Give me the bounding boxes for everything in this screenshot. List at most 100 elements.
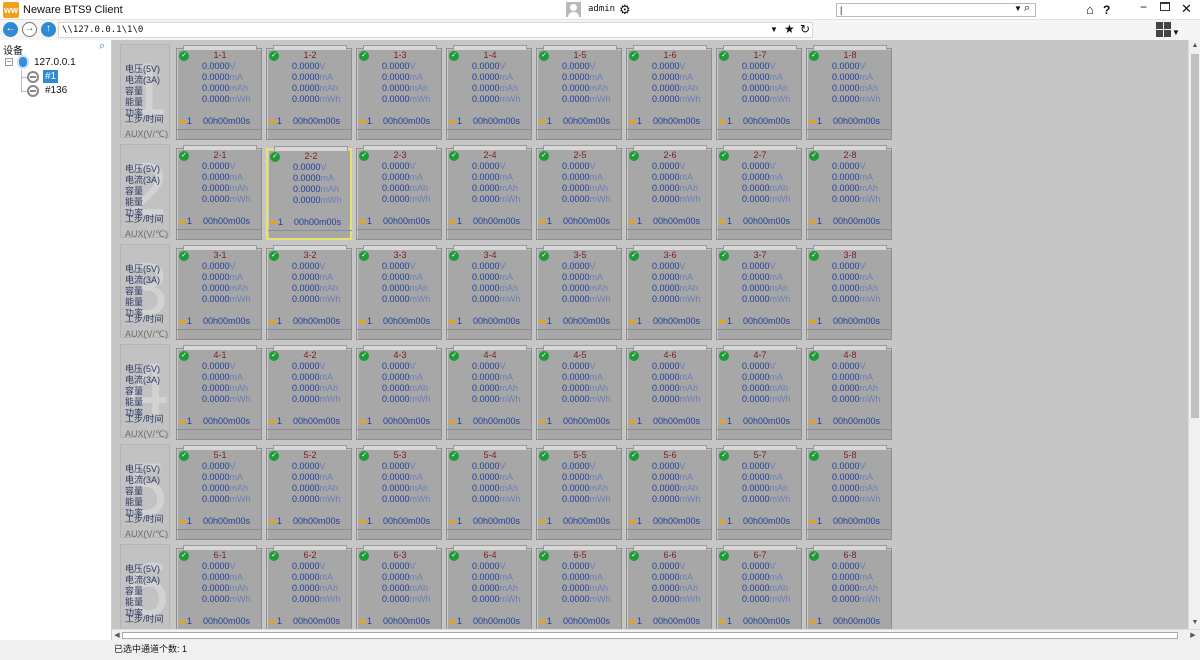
channel-2-3[interactable]: ✓ 2-3 0.0000V 0.0000mA 0.0000mAh 0.0000mWh 1 00…: [356, 145, 442, 240]
step-number: 1: [637, 516, 643, 526]
channel-values: 0.0000V 0.0000mA 0.0000mAh 0.0000mWh: [472, 61, 521, 105]
channel-6-1[interactable]: ✓ 6-1 0.0000V 0.0000mA 0.0000mAh 0.0000mWh 1 00…: [176, 545, 262, 629]
collapse-icon[interactable]: −: [5, 58, 13, 66]
step-marker: [809, 520, 816, 523]
channel-5-8[interactable]: ✓ 5-8 0.0000V 0.0000mA 0.0000mAh 0.0000mWh 1 00…: [806, 445, 892, 540]
channel-5-7[interactable]: ✓ 5-7 0.0000V 0.0000mA 0.0000mAh 0.0000mWh 1 00…: [716, 445, 802, 540]
current-value: 0.0000mA: [382, 272, 424, 282]
channel-4-1[interactable]: ✓ 4-1 0.0000V 0.0000mA 0.0000mAh 0.0000mWh 1 00…: [176, 345, 262, 440]
channel-3-3[interactable]: ✓ 3-3 0.0000V 0.0000mA 0.0000mAh 0.0000mWh 1 00…: [356, 245, 442, 340]
channel-2-4[interactable]: ✓ 2-4 0.0000V 0.0000mA 0.0000mAh 0.0000mWh 1 00…: [446, 145, 532, 240]
minimize-icon[interactable]: −: [1140, 0, 1147, 14]
chevron-down-icon[interactable]: ▼: [1014, 4, 1022, 13]
channel-3-1[interactable]: ✓ 3-1 0.0000V 0.0000mA 0.0000mAh 0.0000mWh 1 00…: [176, 245, 262, 340]
energy-value: 0.0000mWh: [652, 294, 701, 304]
path-input[interactable]: \\127.0.0.1\1\0: [58, 22, 813, 38]
channel-values: 0.0000V 0.0000mA 0.0000mAh 0.0000mWh: [562, 561, 611, 605]
forward-button[interactable]: →: [22, 22, 37, 37]
restore-icon[interactable]: [1160, 2, 1170, 11]
back-button[interactable]: ←: [3, 22, 18, 37]
channel-1-8[interactable]: ✓ 1-8 0.0000V 0.0000mA 0.0000mAh 0.0000mWh 1 00…: [806, 45, 892, 140]
capacity-value: 0.0000mAh: [652, 283, 699, 293]
channel-4-6[interactable]: ✓ 4-6 0.0000V 0.0000mA 0.0000mAh 0.0000mWh 1 00…: [626, 345, 712, 440]
close-icon[interactable]: ✕: [1181, 1, 1192, 17]
channel-6-6[interactable]: ✓ 6-6 0.0000V 0.0000mA 0.0000mAh 0.0000mWh 1 00…: [626, 545, 712, 629]
channel-3-6[interactable]: ✓ 3-6 0.0000V 0.0000mA 0.0000mAh 0.0000mWh 1 00…: [626, 245, 712, 340]
step-marker: [539, 620, 546, 623]
step-number: 1: [637, 416, 643, 426]
channel-2-2[interactable]: ✓ 2-2 0.0000V 0.0000mA 0.0000mAh 0.0000mWh 1 00…: [266, 146, 352, 240]
scroll-up-icon[interactable]: ▲: [1189, 40, 1200, 52]
channel-4-4[interactable]: ✓ 4-4 0.0000V 0.0000mA 0.0000mAh 0.0000mWh 1 00…: [446, 345, 532, 440]
channel-2-6[interactable]: ✓ 2-6 0.0000V 0.0000mA 0.0000mAh 0.0000mWh 1 00…: [626, 145, 712, 240]
channel-4-2[interactable]: ✓ 4-2 0.0000V 0.0000mA 0.0000mAh 0.0000mWh 1 00…: [266, 345, 352, 440]
channel-6-8[interactable]: ✓ 6-8 0.0000V 0.0000mA 0.0000mAh 0.0000mWh 1 00…: [806, 545, 892, 629]
tree-item-server[interactable]: − 127.0.0.1: [5, 55, 105, 69]
channel-1-7[interactable]: ✓ 1-7 0.0000V 0.0000mA 0.0000mAh 0.0000mWh 1 00…: [716, 45, 802, 140]
capacity-value: 0.0000mAh: [382, 483, 429, 493]
elapsed-time: 00h00m00s: [743, 516, 791, 526]
channel-6-4[interactable]: ✓ 6-4 0.0000V 0.0000mA 0.0000mAh 0.0000mWh 1 00…: [446, 545, 532, 629]
channel-1-6[interactable]: ✓ 1-6 0.0000V 0.0000mA 0.0000mAh 0.0000mWh 1 00…: [626, 45, 712, 140]
channel-1-1[interactable]: ✓ 1-1 0.0000V 0.0000mA 0.0000mAh 0.0000mWh 1 00…: [176, 45, 262, 140]
channel-2-1[interactable]: ✓ 2-1 0.0000V 0.0000mA 0.0000mAh 0.0000mWh 1 00…: [176, 145, 262, 240]
channel-4-3[interactable]: ✓ 4-3 0.0000V 0.0000mA 0.0000mAh 0.0000mWh 1 00…: [356, 345, 442, 440]
channel-2-8[interactable]: ✓ 2-8 0.0000V 0.0000mA 0.0000mAh 0.0000mWh 1 00…: [806, 145, 892, 240]
unit-field-labels: 电压(5V) 电流(3A) 容量 能量 功率: [125, 464, 160, 519]
channel-title: 1-6: [663, 50, 677, 60]
scroll-down-icon[interactable]: ▼: [1189, 617, 1200, 629]
channel-5-1[interactable]: ✓ 5-1 0.0000V 0.0000mA 0.0000mAh 0.0000mWh 1 00…: [176, 445, 262, 540]
channel-2-7[interactable]: ✓ 2-7 0.0000V 0.0000mA 0.0000mAh 0.0000mWh 1 00…: [716, 145, 802, 240]
channel-1-2[interactable]: ✓ 1-2 0.0000V 0.0000mA 0.0000mAh 0.0000mWh 1 00…: [266, 45, 352, 140]
home-icon[interactable]: ⌂: [1086, 2, 1094, 17]
up-button[interactable]: ↑: [41, 22, 56, 37]
status-text: 已选中通道个数: 1: [114, 644, 188, 654]
channel-5-2[interactable]: ✓ 5-2 0.0000V 0.0000mA 0.0000mAh 0.0000mWh 1 00…: [266, 445, 352, 540]
step-marker: [359, 520, 366, 523]
channel-5-5[interactable]: ✓ 5-5 0.0000V 0.0000mA 0.0000mAh 0.0000mWh 1 00…: [536, 445, 622, 540]
scrollbar-thumb[interactable]: [122, 632, 1178, 639]
energy-value: 0.0000mWh: [382, 94, 431, 104]
search-input[interactable]: |: [836, 3, 1036, 17]
tree-item-device-1[interactable]: #1: [27, 70, 107, 84]
user-name[interactable]: admin: [588, 4, 615, 14]
chevron-down-icon[interactable]: ▼: [1172, 28, 1180, 37]
channel-values: 0.0000V 0.0000mA 0.0000mAh 0.0000mWh: [472, 461, 521, 505]
horizontal-scrollbar[interactable]: ◀ ▶: [112, 629, 1200, 640]
refresh-icon[interactable]: ↻: [800, 22, 810, 36]
star-icon[interactable]: ★: [784, 22, 795, 36]
channel-4-7[interactable]: ✓ 4-7 0.0000V 0.0000mA 0.0000mAh 0.0000mWh 1 00…: [716, 345, 802, 440]
search-icon[interactable]: ⌕: [1024, 2, 1030, 15]
field-label: 容量: [125, 486, 144, 496]
channel-3-4[interactable]: ✓ 3-4 0.0000V 0.0000mA 0.0000mAh 0.0000mWh 1 00…: [446, 245, 532, 340]
channel-4-5[interactable]: ✓ 4-5 0.0000V 0.0000mA 0.0000mAh 0.0000mWh 1 00…: [536, 345, 622, 440]
unit-row: 5 电压(5V) 电流(3A) 容量 能量 功率 工步/时间 AUX(V/℃) ✓ 5-1 0.00…: [112, 440, 1188, 540]
channel-6-3[interactable]: ✓ 6-3 0.0000V 0.0000mA 0.0000mAh 0.0000mWh 1 00…: [356, 545, 442, 629]
channel-3-7[interactable]: ✓ 3-7 0.0000V 0.0000mA 0.0000mAh 0.0000mWh 1 00…: [716, 245, 802, 340]
scrollbar-thumb[interactable]: [1191, 54, 1199, 418]
channel-6-2[interactable]: ✓ 6-2 0.0000V 0.0000mA 0.0000mAh 0.0000mWh 1 00…: [266, 545, 352, 629]
channel-3-5[interactable]: ✓ 3-5 0.0000V 0.0000mA 0.0000mAh 0.0000mWh 1 00…: [536, 245, 622, 340]
gear-icon[interactable]: ⚙: [619, 2, 631, 17]
channel-6-7[interactable]: ✓ 6-7 0.0000V 0.0000mA 0.0000mAh 0.0000mWh 1 00…: [716, 545, 802, 629]
step-number: 1: [727, 116, 733, 126]
tree-item-device-136[interactable]: #136: [27, 84, 107, 98]
chevron-down-icon[interactable]: ▼: [770, 25, 778, 34]
channel-3-2[interactable]: ✓ 3-2 0.0000V 0.0000mA 0.0000mAh 0.0000mWh 1 00…: [266, 245, 352, 340]
channel-3-8[interactable]: ✓ 3-8 0.0000V 0.0000mA 0.0000mAh 0.0000mWh 1 00…: [806, 245, 892, 340]
channel-1-4[interactable]: ✓ 1-4 0.0000V 0.0000mA 0.0000mAh 0.0000mWh 1 00…: [446, 45, 532, 140]
channel-5-3[interactable]: ✓ 5-3 0.0000V 0.0000mA 0.0000mAh 0.0000mWh 1 00…: [356, 445, 442, 540]
user-avatar-icon[interactable]: [566, 2, 581, 17]
channel-values: 0.0000V 0.0000mA 0.0000mAh 0.0000mWh: [382, 561, 431, 605]
channel-4-8[interactable]: ✓ 4-8 0.0000V 0.0000mA 0.0000mAh 0.0000mWh 1 00…: [806, 345, 892, 440]
search-icon[interactable]: ⌕: [99, 40, 105, 53]
channel-2-5[interactable]: ✓ 2-5 0.0000V 0.0000mA 0.0000mAh 0.0000mWh 1 00…: [536, 145, 622, 240]
channel-1-5[interactable]: ✓ 1-5 0.0000V 0.0000mA 0.0000mAh 0.0000mWh 1 00…: [536, 45, 622, 140]
channel-values: 0.0000V 0.0000mA 0.0000mAh 0.0000mWh: [832, 261, 881, 305]
channel-6-5[interactable]: ✓ 6-5 0.0000V 0.0000mA 0.0000mAh 0.0000mWh 1 00…: [536, 545, 622, 629]
channel-1-3[interactable]: ✓ 1-3 0.0000V 0.0000mA 0.0000mAh 0.0000mWh 1 00…: [356, 45, 442, 140]
channel-5-6[interactable]: ✓ 5-6 0.0000V 0.0000mA 0.0000mAh 0.0000mWh 1 00…: [626, 445, 712, 540]
channel-5-4[interactable]: ✓ 5-4 0.0000V 0.0000mA 0.0000mAh 0.0000mWh 1 00…: [446, 445, 532, 540]
help-icon[interactable]: ?: [1103, 3, 1110, 17]
vertical-scrollbar[interactable]: ▲ ▼: [1188, 40, 1200, 629]
